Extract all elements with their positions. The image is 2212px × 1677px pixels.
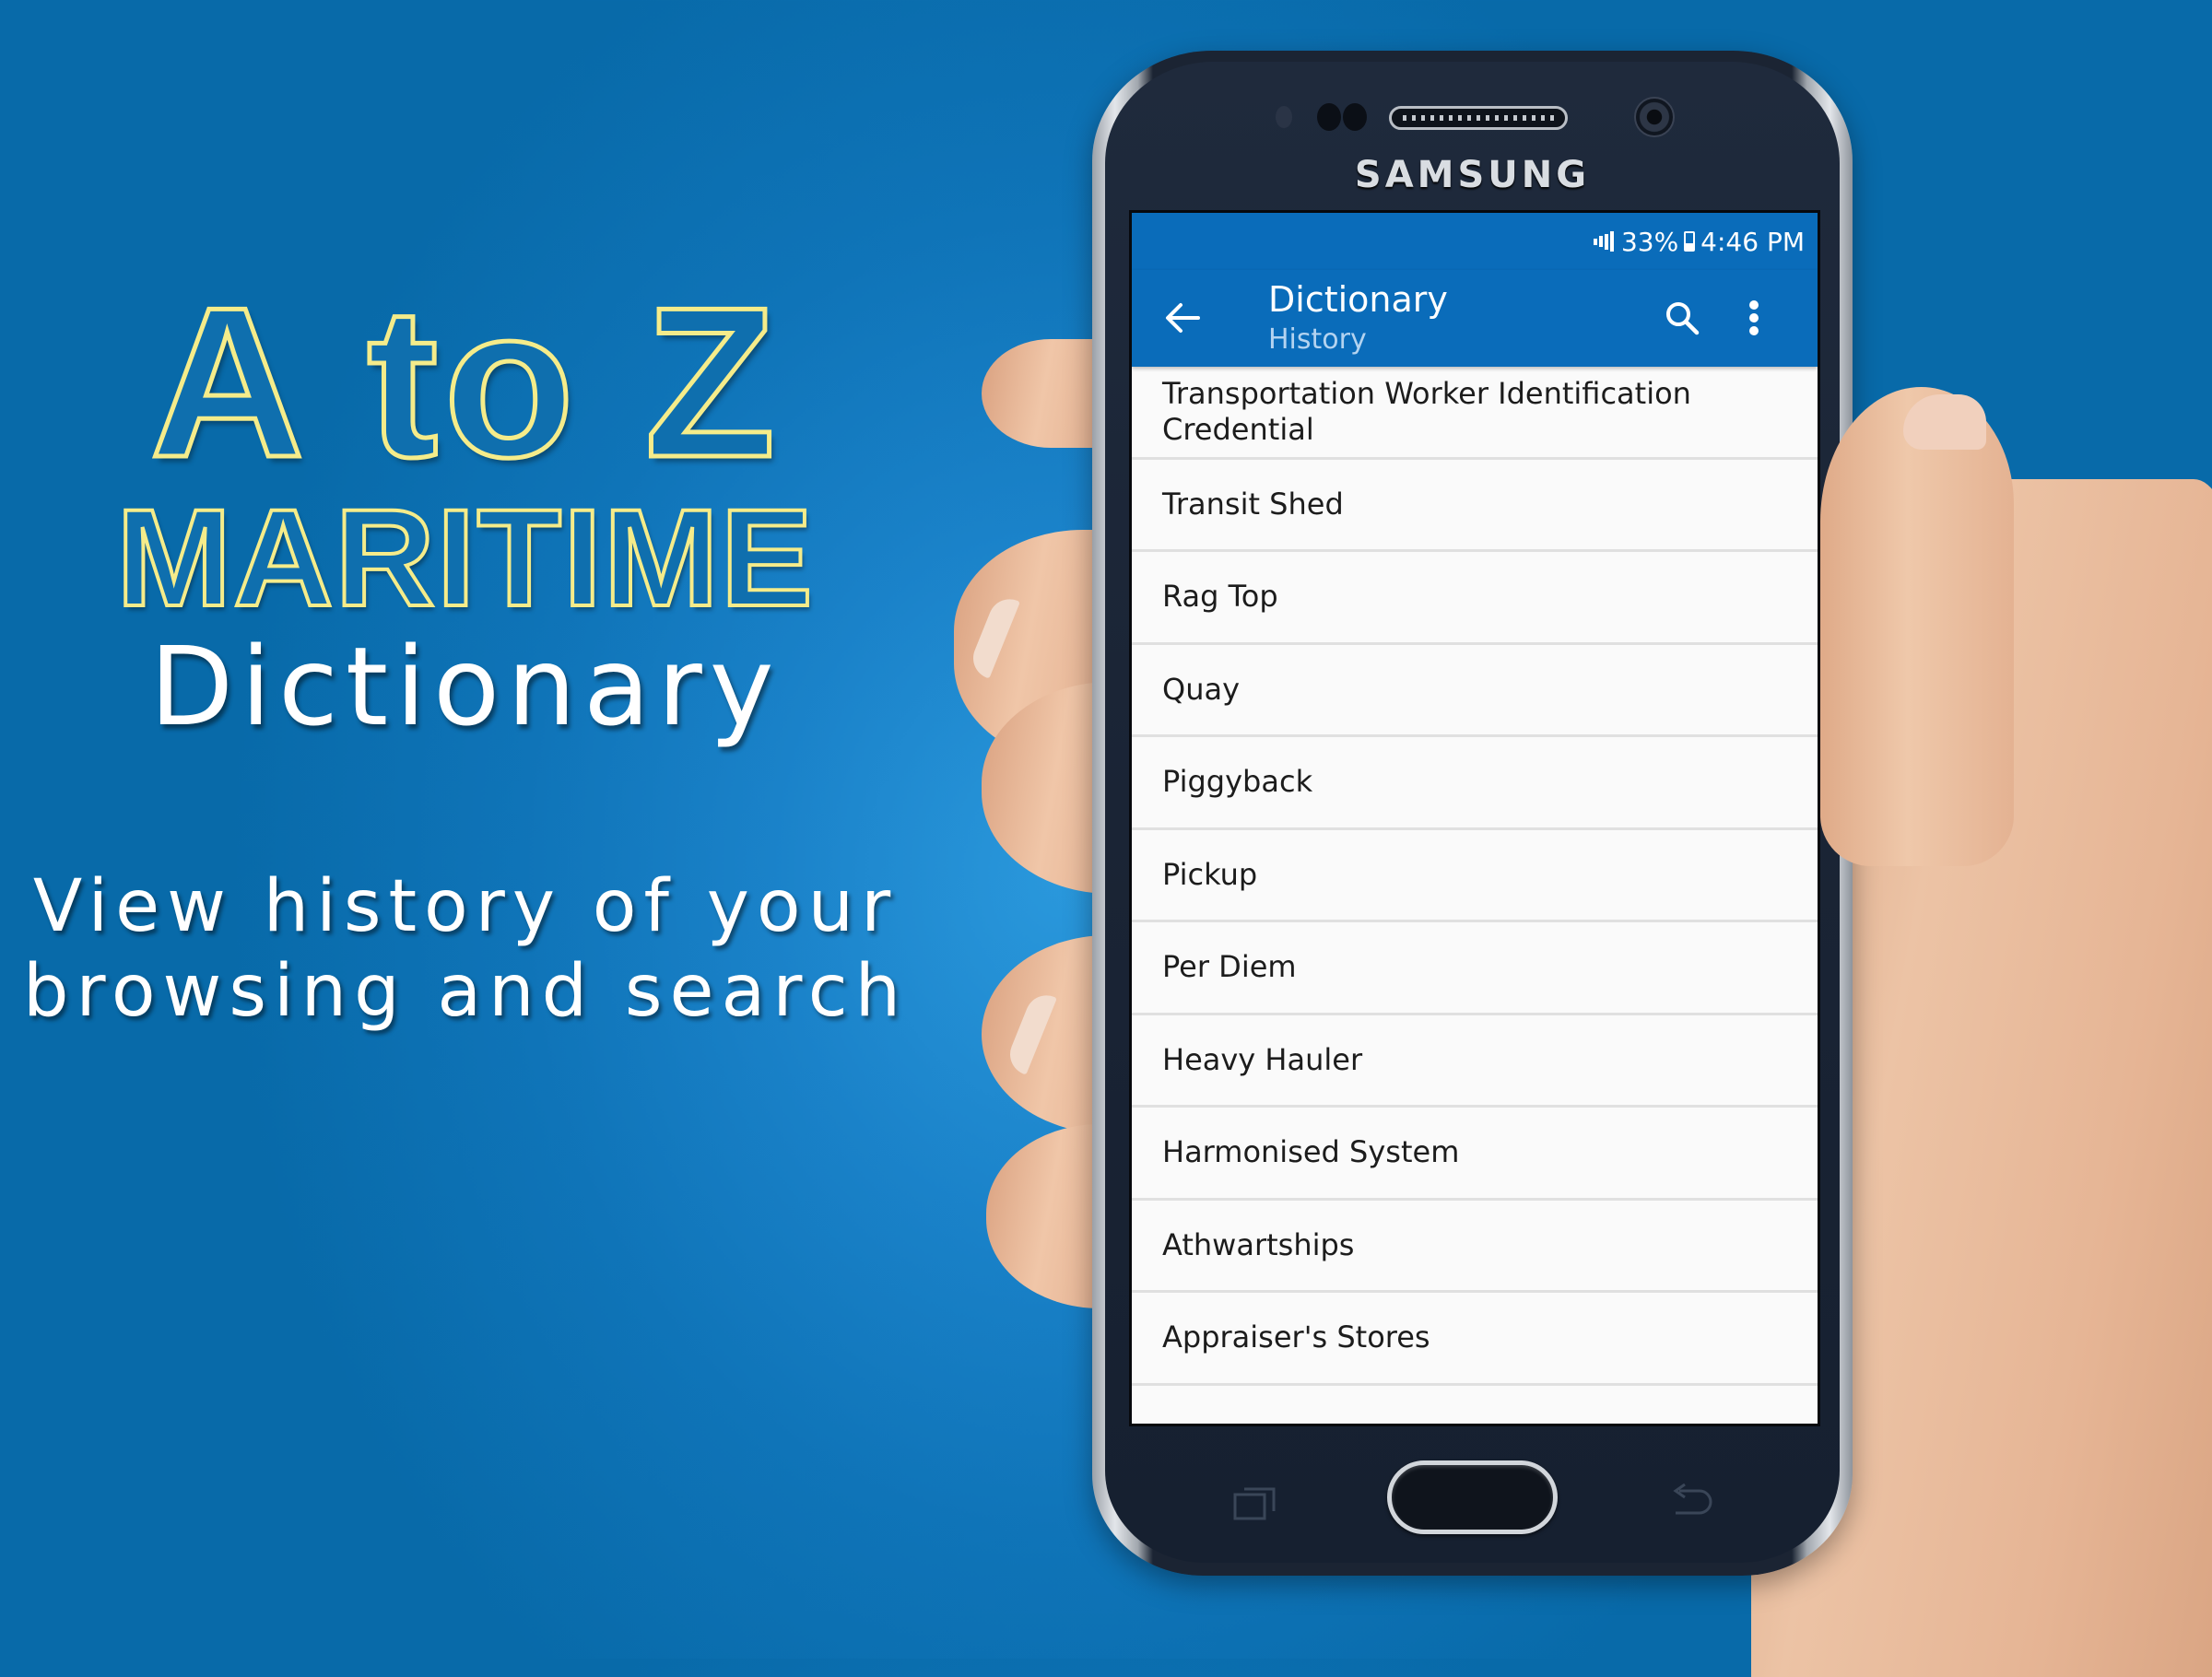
status-bar: 33% 4:46 PM	[1132, 213, 1818, 270]
fingernail	[1004, 989, 1057, 1075]
more-vertical-icon	[1749, 300, 1759, 335]
battery-percent: 33%	[1620, 226, 1679, 257]
light-sensor	[1317, 103, 1341, 131]
history-item[interactable]: Piggyback	[1132, 737, 1818, 830]
promo-tagline-line2: browsing and search	[22, 950, 909, 1033]
history-item-label: Quay	[1162, 671, 1241, 707]
history-item[interactable]: Appraiser's Stores	[1132, 1293, 1818, 1386]
thumb-nail	[1903, 394, 1986, 450]
proximity-sensor	[1276, 106, 1292, 128]
search-button[interactable]	[1653, 288, 1712, 347]
history-item-partial[interactable]	[1132, 1386, 1818, 1425]
history-item[interactable]: Rag Top	[1132, 552, 1818, 645]
history-item-label: Rag Top	[1162, 579, 1278, 615]
app-bar: Dictionary History	[1132, 270, 1818, 367]
history-item-label: Transportation Worker Identification Cre…	[1162, 375, 1691, 447]
history-item-label: Appraiser's Stores	[1162, 1319, 1430, 1355]
history-item[interactable]: Quay	[1132, 645, 1818, 737]
back-key-icon[interactable]	[1668, 1484, 1714, 1520]
history-item[interactable]: Transit Shed	[1132, 460, 1818, 552]
device-brand-logo: SAMSUNG	[1354, 154, 1591, 196]
history-item-label: Heavy Hauler	[1162, 1041, 1363, 1077]
back-button[interactable]	[1155, 290, 1210, 346]
app-subtitle: History	[1268, 323, 1367, 356]
search-icon	[1666, 302, 1700, 335]
history-list: Transportation Worker Identification Cre…	[1132, 367, 1818, 1425]
earpiece-speaker	[1389, 106, 1568, 130]
light-sensor	[1343, 103, 1367, 131]
history-item[interactable]: Pickup	[1132, 830, 1818, 922]
promo-title-dictionary: Dictionary	[149, 623, 782, 750]
front-camera	[1634, 97, 1675, 137]
status-time: 4:46 PM	[1700, 226, 1805, 257]
history-item-label: Piggyback	[1162, 764, 1313, 800]
app-title: Dictionary	[1268, 279, 1448, 320]
history-item-label: Pickup	[1162, 856, 1258, 892]
history-item-label: Per Diem	[1162, 949, 1297, 985]
fingernail	[967, 592, 1020, 679]
phone-screen: 33% 4:46 PM Dictionary History Transport…	[1129, 210, 1820, 1426]
promo-tagline: View history of your browsing and search	[0, 864, 931, 1034]
history-item[interactable]: Harmonised System	[1132, 1108, 1818, 1201]
recent-apps-icon[interactable]	[1233, 1484, 1277, 1520]
app-title-block: Dictionary History	[1268, 276, 1448, 357]
history-item[interactable]: Transportation Worker Identification Cre…	[1132, 367, 1818, 460]
promo-title-a-to-z: A to Z	[147, 264, 782, 502]
history-item-label: Harmonised System	[1162, 1134, 1460, 1170]
promo-title-maritime: MARITIME	[114, 480, 815, 635]
hand-thumb	[1820, 387, 2014, 866]
arrow-left-icon	[1166, 303, 1200, 333]
signal-bars-icon	[1593, 230, 1614, 252]
history-item-label: Athwartships	[1162, 1226, 1355, 1262]
history-item[interactable]: Athwartships	[1132, 1201, 1818, 1293]
promo-panel: A to Z MARITIME Dictionary View history …	[0, 0, 940, 1659]
battery-charging-icon	[1684, 231, 1696, 252]
history-item[interactable]: Heavy Hauler	[1132, 1015, 1818, 1108]
home-button[interactable]	[1387, 1460, 1558, 1534]
history-item[interactable]: Per Diem	[1132, 922, 1818, 1015]
history-item-label: Transit Shed	[1162, 486, 1344, 522]
promo-tagline-line1: View history of your	[32, 865, 899, 948]
more-options-button[interactable]	[1731, 288, 1777, 347]
